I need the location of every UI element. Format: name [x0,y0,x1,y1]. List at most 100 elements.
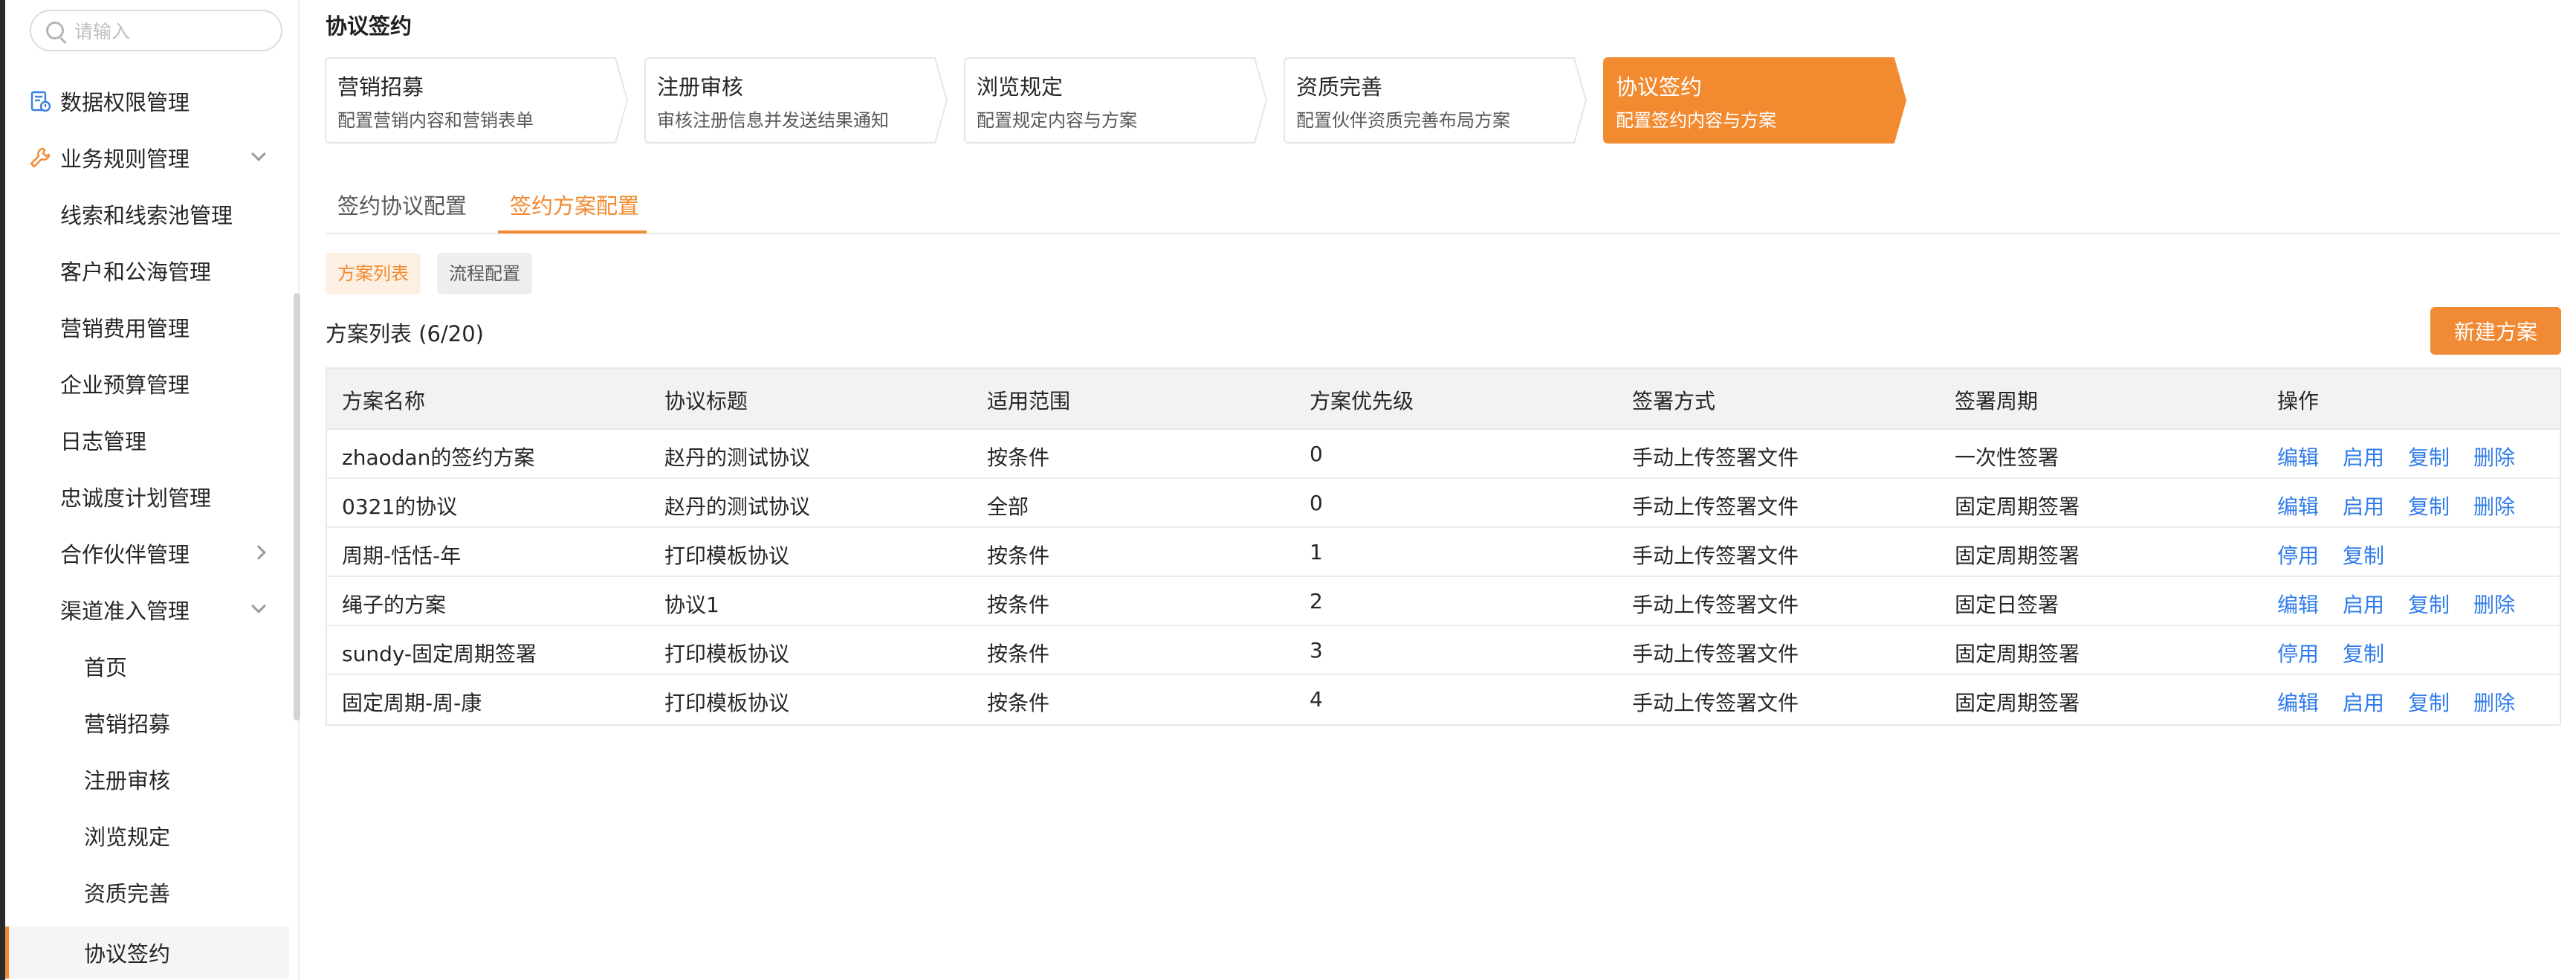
sidebar-item-marketing-cost[interactable]: 营销费用管理 [5,305,289,349]
plan-table: 方案名称 协议标题 适用范围 方案优先级 签署方式 签署周期 操作 zhaoda… [326,367,2561,726]
new-plan-button[interactable]: 新建方案 [2430,307,2561,355]
wrench-icon [30,147,51,168]
step-recruitment[interactable]: 营销招募 配置营销内容和营销表单 [324,57,629,144]
cell-agreement-title: 打印模板协议 [664,691,790,715]
column-header: 协议标题 [664,389,748,413]
enable-link[interactable]: 启用 [2343,442,2384,471]
sidebar: 数据权限管理 业务规则管理 线索和线索池管理 客户和公海管理 营销费用管理 企业… [5,0,300,980]
sidebar-item-qualification[interactable]: 资质完善 [5,870,289,915]
copy-link[interactable]: 复制 [2408,442,2450,471]
sidebar-item-data-permission[interactable]: 数据权限管理 [5,79,289,123]
enable-link[interactable]: 启用 [2343,491,2384,520]
delete-link[interactable]: 删除 [2473,687,2515,717]
cell-sign-method: 手动上传签署文件 [1632,445,1799,470]
table-row: 周期-恬恬-年 打印模板协议 按条件 1 手动上传签署文件 固定周期签署 停用 … [327,528,2560,577]
sidebar-item-budget[interactable]: 企业预算管理 [5,361,289,406]
step-registration-review[interactable]: 注册审核 审核注册信息并发送结果通知 [644,57,948,144]
active-tab-indicator [498,231,647,233]
edit-link[interactable]: 编辑 [2277,442,2319,471]
copy-link[interactable]: 复制 [2343,638,2384,668]
cell-plan-name: sundy-固定周期签署 [342,642,537,666]
tab-plan-config[interactable]: 签约方案配置 [510,189,639,220]
sidebar-item-label: 营销费用管理 [60,316,190,341]
sidebar-item-label: 营销招募 [84,712,171,737]
cell-sign-method: 手动上传签署文件 [1632,494,1799,519]
cell-sign-cycle: 固定周期签署 [1955,494,2080,519]
enable-link[interactable]: 启用 [2343,687,2384,717]
enable-link[interactable]: 启用 [2343,589,2384,619]
cell-plan-name: 周期-恬恬-年 [342,544,462,568]
cell-scope: 按条件 [987,642,1050,666]
sidebar-item-browse-rules[interactable]: 浏览规定 [5,813,289,858]
table-row: 固定周期-周-康 打印模板协议 按条件 4 手动上传签署文件 固定周期签署 编辑… [327,675,2560,724]
cell-priority: 2 [1310,589,1323,613]
column-header: 方案优先级 [1310,389,1414,413]
chevron-right-icon [251,545,266,560]
sidebar-item-agreement-signing[interactable]: 协议签约 [5,926,289,979]
chip-flow-config[interactable]: 流程配置 [437,253,532,294]
step-title: 协议签约 [1616,74,1703,100]
sidebar-item-home[interactable]: 首页 [5,644,289,689]
table-row: zhaodan的签约方案 赵丹的测试协议 按条件 0 手动上传签署文件 一次性签… [327,430,2560,479]
disable-link[interactable]: 停用 [2277,638,2319,668]
copy-link[interactable]: 复制 [2408,491,2450,520]
copy-link[interactable]: 复制 [2343,540,2384,570]
delete-link[interactable]: 删除 [2473,442,2515,471]
cell-priority: 1 [1310,540,1323,564]
cell-sign-cycle: 固定周期签署 [1955,544,2080,568]
cell-sign-cycle: 固定周期签署 [1955,642,2080,666]
edit-link[interactable]: 编辑 [2277,589,2319,619]
step-title: 营销招募 [337,74,424,100]
disable-link[interactable]: 停用 [2277,540,2319,570]
search-box[interactable] [30,10,282,51]
step-agreement-signing[interactable]: 协议签约 配置签约内容与方案 [1602,57,1907,144]
cell-sign-method: 手动上传签署文件 [1632,642,1799,666]
copy-link[interactable]: 复制 [2408,687,2450,717]
cell-sign-method: 手动上传签署文件 [1632,544,1799,568]
step-browse-rules[interactable]: 浏览规定 配置规定内容与方案 [963,57,1268,144]
cell-sign-method: 手动上传签署文件 [1632,593,1799,617]
cell-sign-method: 手动上传签署文件 [1632,691,1799,715]
cell-agreement-title: 打印模板协议 [664,544,790,568]
cell-agreement-title: 赵丹的测试协议 [664,494,811,519]
sidebar-item-label: 业务规则管理 [60,146,190,172]
sidebar-item-business-rules[interactable]: 业务规则管理 [5,135,289,180]
column-header: 签署周期 [1955,389,2039,413]
step-qualification[interactable]: 资质完善 配置伙伴资质完善布局方案 [1283,57,1588,144]
chevron-down-icon [251,599,266,613]
step-description: 审核注册信息并发送结果通知 [657,110,889,131]
table-row: 绳子的方案 协议1 按条件 2 手动上传签署文件 固定日签署 编辑 启用 复制 … [327,577,2560,626]
page-title: 协议签约 [326,13,412,39]
tab-agreement-config[interactable]: 签约协议配置 [337,189,467,220]
step-title: 注册审核 [657,74,744,100]
plan-list-title: 方案列表 (6/20) [326,321,484,346]
chevron-down-icon [251,146,266,161]
delete-link[interactable]: 删除 [2473,491,2515,520]
copy-link[interactable]: 复制 [2408,589,2450,619]
step-description: 配置营销内容和营销表单 [337,110,534,131]
sidebar-item-logs[interactable]: 日志管理 [5,418,289,462]
sidebar-item-channel-access[interactable]: 渠道准入管理 [5,587,289,632]
column-header: 签署方式 [1632,389,1716,413]
edit-link[interactable]: 编辑 [2277,687,2319,717]
column-header: 适用范围 [987,389,1071,413]
delete-link[interactable]: 删除 [2473,589,2515,619]
step-description: 配置伙伴资质完善布局方案 [1296,110,1510,131]
sidebar-item-loyalty[interactable]: 忠诚度计划管理 [5,474,289,519]
chip-plan-list[interactable]: 方案列表 [326,253,421,294]
cell-scope: 全部 [987,494,1029,519]
cell-priority: 0 [1310,491,1323,515]
search-input[interactable] [74,18,275,45]
sidebar-item-registration-review[interactable]: 注册审核 [5,757,289,802]
sidebar-scrollbar[interactable] [294,293,300,721]
sidebar-item-leads[interactable]: 线索和线索池管理 [5,192,289,236]
sidebar-item-customers[interactable]: 客户和公海管理 [5,248,289,293]
sidebar-item-partners[interactable]: 合作伙伴管理 [5,531,289,576]
sidebar-item-recruitment[interactable]: 营销招募 [5,700,289,745]
cell-sign-cycle: 固定周期签署 [1955,691,2080,715]
edit-link[interactable]: 编辑 [2277,491,2319,520]
step-title: 浏览规定 [977,74,1064,100]
sidebar-item-label: 企业预算管理 [60,373,190,398]
cell-sign-cycle: 一次性签署 [1955,445,2059,470]
cell-plan-name: zhaodan的签约方案 [342,445,535,470]
